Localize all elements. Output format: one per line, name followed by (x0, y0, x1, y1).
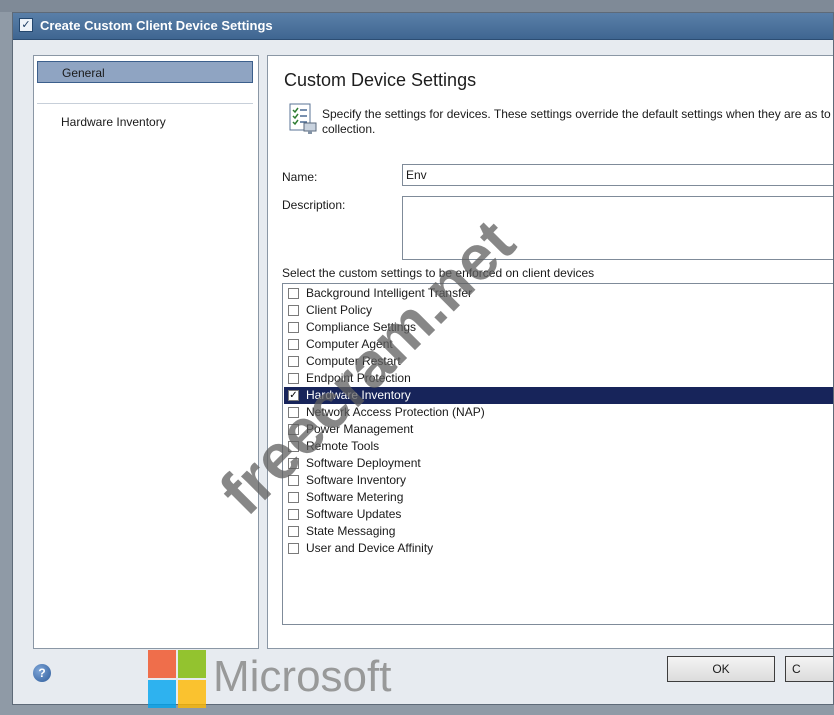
logo-square-blue (148, 680, 176, 708)
setting-label: Software Updates (306, 507, 402, 521)
checkbox[interactable] (288, 373, 299, 384)
setting-row[interactable]: User and Device Affinity (284, 540, 833, 557)
checkbox[interactable] (288, 526, 299, 537)
page-title: Custom Device Settings (284, 70, 477, 90)
nav-item-general[interactable]: General (37, 61, 253, 83)
checkbox[interactable] (288, 322, 299, 333)
nav-panel: General Hardware Inventory (33, 55, 259, 649)
setting-row[interactable]: Software Updates (284, 506, 833, 523)
description-text: Specify the settings for devices. These … (322, 107, 834, 136)
microsoft-logo (148, 650, 206, 708)
cancel-button[interactable]: C (785, 656, 833, 682)
setting-label: Software Inventory (306, 473, 407, 487)
checkbox[interactable] (288, 543, 299, 554)
name-label: Name: (282, 170, 318, 184)
description-label: Description: (282, 198, 346, 212)
setting-row[interactable]: State Messaging (284, 523, 833, 540)
setting-label: Software Metering (306, 490, 404, 504)
dialog-client-area: General Hardware Inventory Custom Device… (13, 40, 833, 704)
setting-row[interactable]: Software Metering (284, 489, 833, 506)
window-title: Create Custom Client Device Settings (40, 18, 273, 33)
ok-button[interactable]: OK (667, 656, 775, 682)
name-input[interactable]: Env (402, 164, 833, 186)
logo-square-green (178, 650, 206, 678)
title-bar[interactable]: ✓ Create Custom Client Device Settings (13, 13, 833, 40)
window-icon: ✓ (19, 18, 33, 32)
nav-divider (37, 103, 253, 104)
setting-row[interactable]: Software Deployment (284, 455, 833, 472)
setting-row[interactable]: Software Inventory (284, 472, 833, 489)
setting-row[interactable]: Remote Tools (284, 438, 833, 455)
background-strip (0, 0, 834, 12)
checkbox[interactable] (288, 288, 299, 299)
checkbox[interactable] (288, 356, 299, 367)
setting-label: User and Device Affinity (306, 541, 434, 555)
checkbox[interactable] (288, 339, 299, 350)
checkbox[interactable] (288, 509, 299, 520)
logo-square-red (148, 650, 176, 678)
setting-label: State Messaging (306, 524, 396, 538)
checkbox[interactable] (288, 305, 299, 316)
microsoft-wordmark: Microsoft (213, 652, 392, 701)
setting-row[interactable]: Power Management (284, 421, 833, 438)
setting-label: Client Policy (306, 303, 373, 317)
logo-square-yellow (178, 680, 206, 708)
setting-row[interactable]: Background Intelligent Transfer (284, 285, 833, 302)
help-icon[interactable]: ? (33, 664, 51, 682)
nav-item-hardware-inventory[interactable]: Hardware Inventory (37, 111, 253, 133)
settings-checklist-icon (289, 103, 317, 134)
